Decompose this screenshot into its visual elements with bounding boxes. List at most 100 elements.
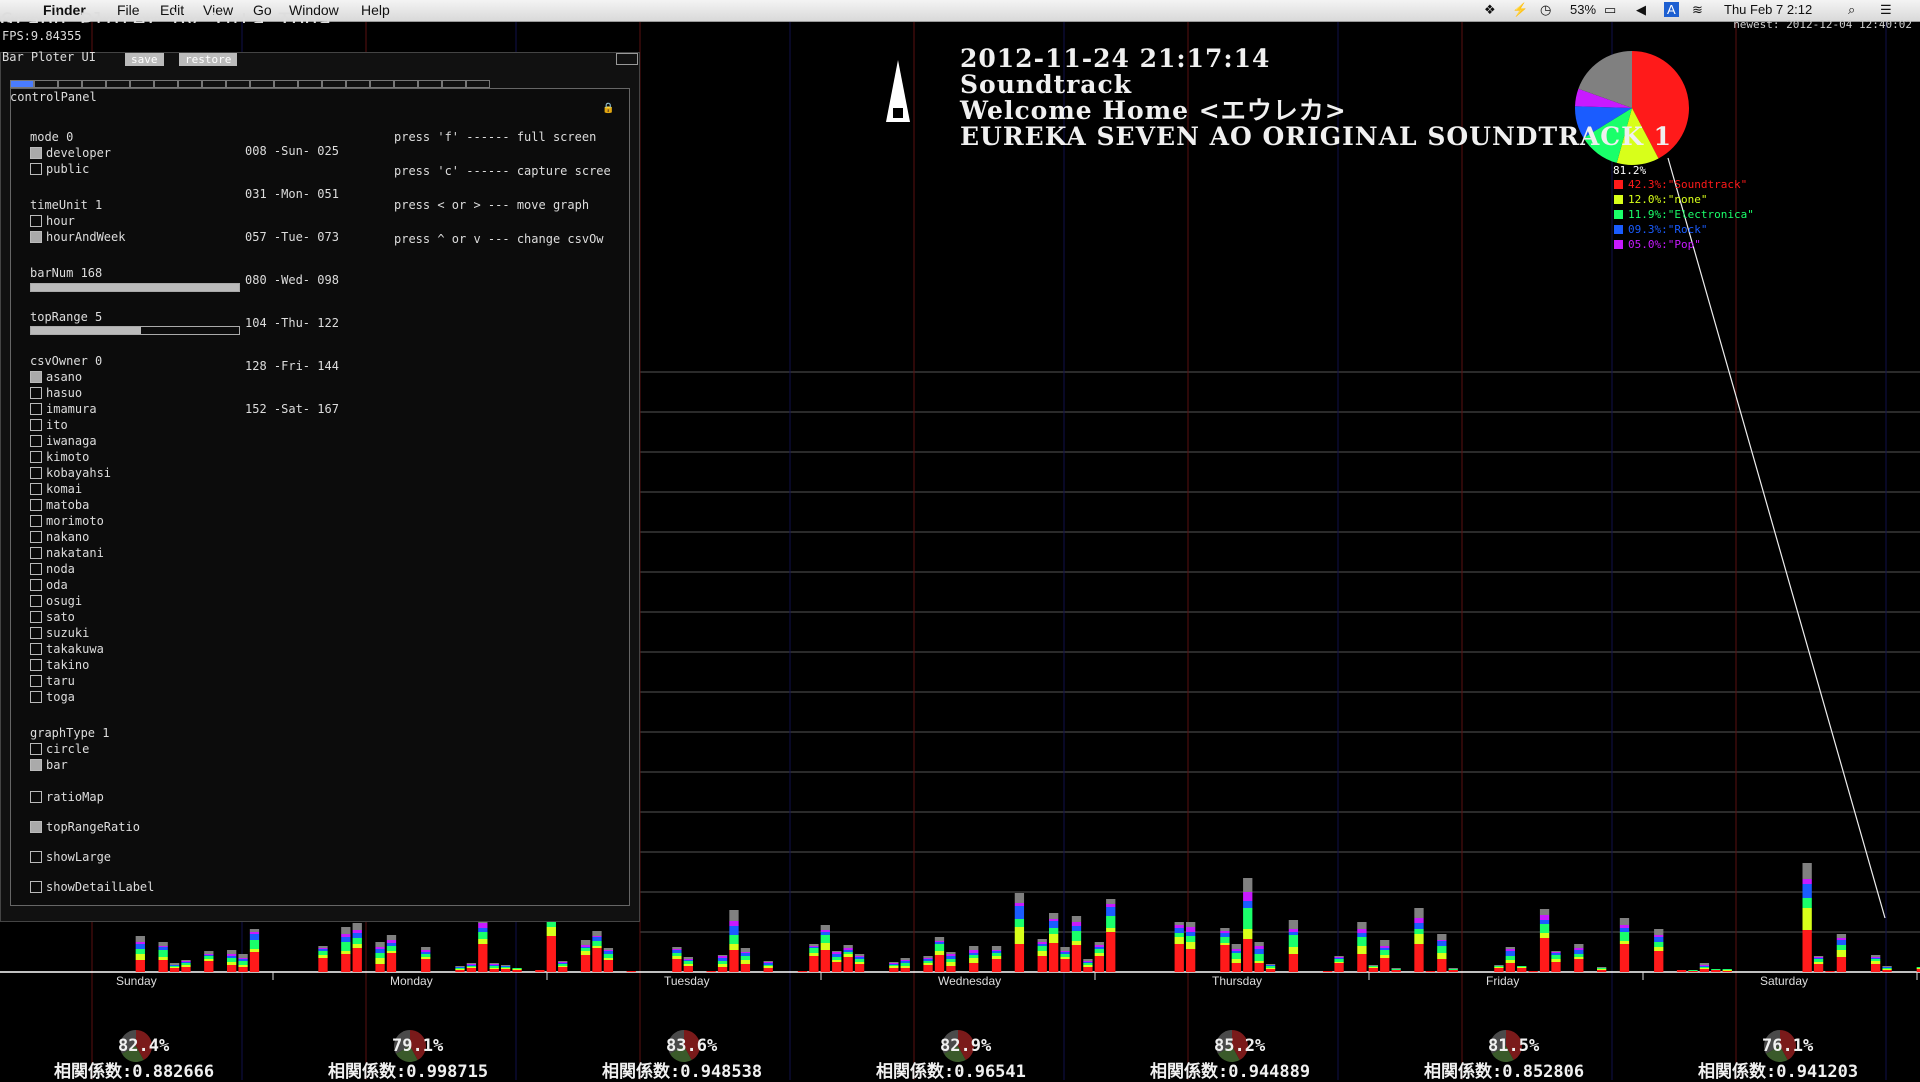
panel-tab[interactable]: [82, 80, 106, 88]
checkbox[interactable]: [30, 643, 42, 655]
checkbox[interactable]: [30, 675, 42, 687]
day-percent: 83.6%: [666, 1036, 718, 1056]
panel-tab[interactable]: [226, 80, 250, 88]
bar-segment: [1186, 932, 1196, 936]
panel-tab[interactable]: [202, 80, 226, 88]
bar-segment: [1494, 968, 1504, 972]
checkbox[interactable]: [30, 435, 42, 447]
checkbox[interactable]: [30, 163, 42, 175]
bar-segment: [1071, 916, 1082, 922]
checkbox[interactable]: [30, 419, 42, 431]
panel-tab[interactable]: [394, 80, 418, 88]
checkbox[interactable]: [30, 147, 42, 159]
checkbox[interactable]: [30, 851, 42, 863]
checkbox[interactable]: [30, 595, 42, 607]
panel-tab[interactable]: [466, 80, 490, 88]
checkbox[interactable]: [30, 611, 42, 623]
bar-segment: [318, 955, 328, 958]
bar-segment: [1882, 968, 1892, 969]
csv-owner-option-kimoto: kimoto: [46, 450, 90, 464]
checkbox[interactable]: [30, 515, 42, 527]
checkbox[interactable]: [30, 531, 42, 543]
save-button[interactable]: save: [125, 53, 164, 66]
bar-segment: [900, 958, 910, 960]
day-label-wednesday: Wednesday: [938, 974, 1002, 988]
checkbox[interactable]: [30, 483, 42, 495]
bar-segment: [1871, 964, 1881, 972]
panel-tab[interactable]: [274, 80, 298, 88]
bar-segment: [1437, 946, 1447, 953]
checkbox[interactable]: [30, 691, 42, 703]
bar-segment: [1037, 944, 1047, 946]
bar-segment: [1243, 929, 1253, 939]
window-minimize-button[interactable]: [616, 53, 638, 65]
bar-segment: [1414, 944, 1424, 972]
bar-segment: [1597, 969, 1607, 970]
checkbox[interactable]: [30, 387, 42, 399]
checkbox[interactable]: [30, 579, 42, 591]
csv-owner-option-matoba: matoba: [46, 498, 90, 512]
bar-segment: [1380, 946, 1390, 948]
day-index-range: 104 -Thu- 122: [245, 316, 339, 330]
bar-segment: [489, 968, 499, 969]
panel-tab[interactable]: [298, 80, 322, 88]
panel-tab[interactable]: [130, 80, 154, 88]
restore-button[interactable]: restore: [179, 53, 238, 66]
bar-segment: [1494, 966, 1504, 967]
panel-tab[interactable]: [442, 80, 466, 88]
toggle-showDetailLabel: showDetailLabel: [46, 880, 155, 894]
bar-segment: [1517, 966, 1527, 967]
checkbox[interactable]: [30, 791, 42, 803]
checkbox[interactable]: [30, 371, 42, 383]
panel-tab[interactable]: [322, 80, 346, 88]
panel-tab[interactable]: [10, 80, 34, 88]
panel-tab[interactable]: [154, 80, 178, 88]
bar-segment: [1654, 935, 1664, 937]
panel-tab[interactable]: [58, 80, 82, 88]
panel-tab[interactable]: [418, 80, 442, 88]
day-index-range: 152 -Sat- 167: [245, 402, 339, 416]
checkbox[interactable]: [30, 547, 42, 559]
checkbox[interactable]: [30, 563, 42, 575]
bar-segment: [1813, 957, 1824, 958]
bar-segment: [889, 963, 899, 964]
checkbox[interactable]: [30, 659, 42, 671]
day-label-sunday: Sunday: [116, 974, 157, 988]
panel-tab[interactable]: [370, 80, 394, 88]
bar-segment: [1380, 955, 1390, 958]
csv-owner-option-takakuwa: takakuwa: [46, 642, 104, 656]
bar-segment: [341, 942, 351, 951]
checkbox[interactable]: [30, 451, 42, 463]
bar-segment: [1813, 956, 1824, 957]
checkbox[interactable]: [30, 743, 42, 755]
day-label-tuesday: Tuesday: [664, 974, 710, 988]
panel-tab[interactable]: [178, 80, 202, 88]
bar-segment: [1574, 950, 1584, 954]
bar-segment: [421, 950, 431, 952]
checkbox[interactable]: [30, 499, 42, 511]
toprange-slider[interactable]: [30, 326, 240, 335]
panel-tab[interactable]: [34, 80, 58, 88]
bar-segment: [1551, 955, 1561, 959]
bar-segment: [1414, 908, 1424, 918]
panel-tab[interactable]: [250, 80, 274, 88]
barnum-slider[interactable]: [30, 283, 240, 292]
bar-segment: [1231, 951, 1241, 953]
bar-segment: [1243, 892, 1253, 901]
bar-segment: [1654, 937, 1664, 942]
bar-segment: [1231, 944, 1241, 949]
bar-segment: [1094, 953, 1104, 956]
panel-tab[interactable]: [346, 80, 370, 88]
bar-segment: [672, 950, 682, 953]
checkbox[interactable]: [30, 231, 42, 243]
checkbox[interactable]: [30, 821, 42, 833]
panel-tab[interactable]: [106, 80, 130, 88]
lock-icon[interactable]: 🔒: [602, 103, 614, 114]
bar-segment: [580, 947, 591, 948]
checkbox[interactable]: [30, 403, 42, 415]
checkbox[interactable]: [30, 215, 42, 227]
checkbox[interactable]: [30, 627, 42, 639]
checkbox[interactable]: [30, 881, 42, 893]
checkbox[interactable]: [30, 759, 42, 771]
checkbox[interactable]: [30, 467, 42, 479]
